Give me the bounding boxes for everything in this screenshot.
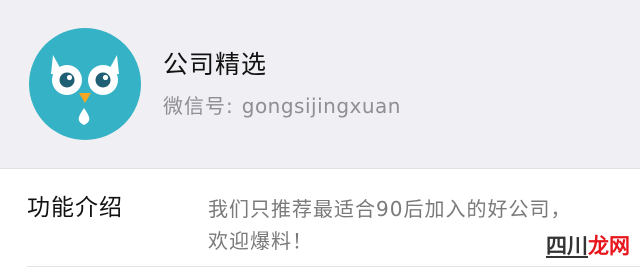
site-watermark: 四川龙网 xyxy=(546,233,630,259)
section-divider xyxy=(27,266,640,267)
wechat-id-label: 微信号: xyxy=(163,94,234,118)
owl-avatar-icon[interactable] xyxy=(29,28,141,140)
wechat-id-row: 微信号: gongsijingxuan xyxy=(163,93,401,119)
watermark-part-2: 龙网 xyxy=(588,234,630,258)
watermark-part-1: 四川 xyxy=(546,234,588,258)
function-intro-label: 功能介绍 xyxy=(27,195,123,221)
function-intro-description: 我们只推荐最适合90后加入的好公司，欢迎爆料！ xyxy=(208,197,572,253)
wechat-id-value: gongsijingxuan xyxy=(241,94,401,118)
account-name: 公司精选 xyxy=(163,50,268,79)
function-intro-section: 功能介绍 我们只推荐最适合90后加入的好公司，欢迎爆料！ xyxy=(0,169,640,271)
profile-header: 公司精选 微信号: gongsijingxuan xyxy=(0,0,640,169)
